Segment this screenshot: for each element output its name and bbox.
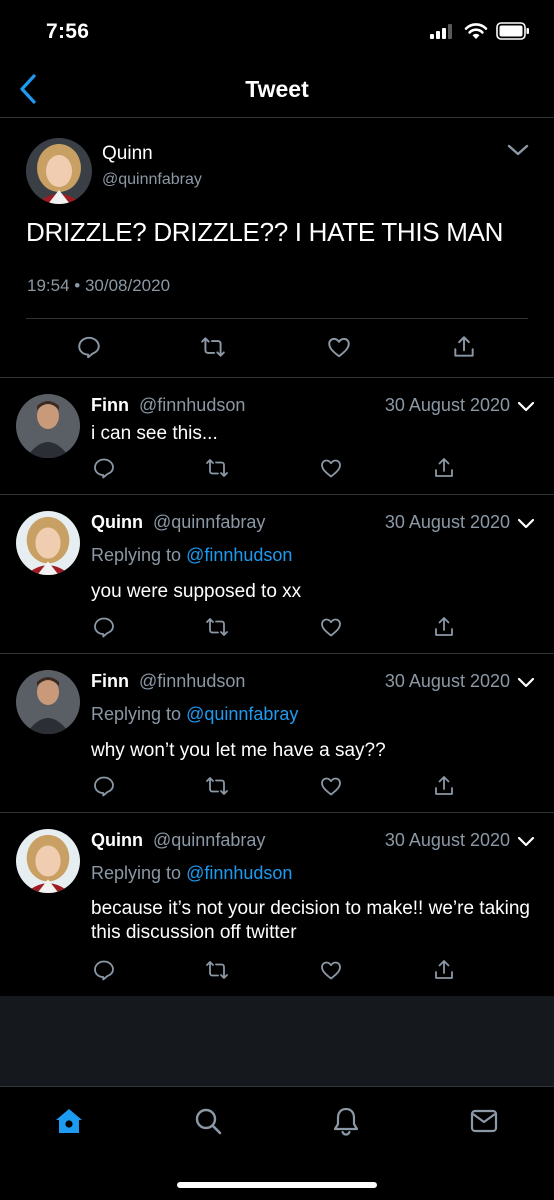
reply-header: Quinn @quinnfabray: [91, 830, 265, 851]
reply-item[interactable]: Finn @finnhudson 30 August 2020 Replying …: [0, 654, 554, 813]
chevron-down-icon[interactable]: [516, 516, 536, 532]
search-icon[interactable]: [192, 1105, 224, 1137]
mention-link[interactable]: @finnhudson: [186, 545, 292, 565]
like-icon[interactable]: [326, 334, 352, 360]
reply-actions: [0, 456, 554, 482]
reply-item[interactable]: Quinn @quinnfabray 30 August 2020 Replyin…: [0, 813, 554, 996]
like-icon[interactable]: [319, 615, 343, 639]
reply-text: you were supposed to xx: [91, 581, 302, 602]
home-icon[interactable]: [53, 1105, 85, 1137]
author-handle[interactable]: @quinnfabray: [102, 171, 202, 189]
cellular-signal-icon: [430, 24, 452, 39]
divider: [26, 318, 528, 319]
reply-header: Finn @finnhudson: [91, 395, 245, 416]
reply-icon[interactable]: [92, 456, 116, 480]
tweet-text: DRIZZLE? DRIZZLE?? I HATE THIS MAN: [26, 217, 504, 247]
reply-actions: [0, 958, 554, 984]
author-name[interactable]: Quinn: [91, 830, 143, 850]
home-indicator[interactable]: [177, 1182, 377, 1188]
reply-item[interactable]: Quinn @quinnfabray 30 August 2020 Replyin…: [0, 495, 554, 654]
reply-item[interactable]: Finn @finnhudson 30 August 2020 i can see…: [0, 378, 554, 495]
chevron-down-icon[interactable]: [506, 140, 530, 160]
like-icon[interactable]: [319, 456, 343, 480]
page-title: Tweet: [245, 76, 309, 102]
tweet-datetime: 19:54 • 30/08/2020: [27, 276, 171, 295]
status-icons: [430, 22, 530, 40]
author-name[interactable]: Quinn: [102, 143, 153, 165]
author-name[interactable]: Finn: [91, 671, 129, 691]
chevron-down-icon[interactable]: [516, 675, 536, 691]
reply-header: Quinn @quinnfabray: [91, 512, 265, 533]
share-icon[interactable]: [432, 456, 456, 480]
author-handle[interactable]: @quinnfabray: [153, 830, 265, 850]
chevron-down-icon[interactable]: [516, 834, 536, 850]
mention-link[interactable]: @quinnfabray: [186, 704, 298, 724]
empty-area: [0, 996, 554, 1086]
nav-header: Tweet: [0, 64, 554, 118]
wifi-icon: [464, 23, 488, 39]
reply-icon[interactable]: [92, 774, 116, 798]
avatar[interactable]: [26, 138, 92, 204]
reply-icon[interactable]: [92, 615, 116, 639]
retweet-icon[interactable]: [200, 334, 226, 360]
retweet-icon[interactable]: [205, 615, 229, 639]
mention-link[interactable]: @finnhudson: [186, 863, 292, 883]
author-name[interactable]: Finn: [91, 395, 129, 415]
share-icon[interactable]: [432, 958, 456, 982]
author-name[interactable]: Quinn: [91, 512, 143, 532]
avatar[interactable]: [16, 394, 80, 458]
like-icon[interactable]: [319, 958, 343, 982]
reply-text: i can see this...: [91, 423, 218, 444]
reply-date: 30 August 2020: [384, 512, 510, 532]
like-icon[interactable]: [319, 774, 343, 798]
replying-to: Replying to @finnhudson: [91, 863, 293, 883]
share-icon[interactable]: [432, 774, 456, 798]
reply-icon[interactable]: [76, 334, 102, 360]
author-handle[interactable]: @quinnfabray: [153, 512, 265, 532]
avatar[interactable]: [16, 670, 80, 734]
status-time: 7:56: [46, 20, 90, 43]
reply-date: 30 August 2020: [384, 671, 510, 691]
main-tweet: Quinn @quinnfabray DRIZZLE? DRIZZLE?? I …: [0, 118, 554, 378]
replying-to: Replying to @finnhudson: [91, 545, 293, 565]
retweet-icon[interactable]: [205, 456, 229, 480]
reply-date: 30 August 2020: [384, 395, 510, 415]
reply-icon[interactable]: [92, 958, 116, 982]
share-icon[interactable]: [432, 615, 456, 639]
reply-actions: [0, 615, 554, 641]
tweet-actions: [0, 334, 554, 364]
reply-date: 30 August 2020: [384, 830, 510, 850]
author-handle[interactable]: @finnhudson: [139, 671, 245, 691]
avatar[interactable]: [16, 511, 80, 575]
reply-actions: [0, 774, 554, 800]
battery-icon: [496, 22, 529, 40]
messages-icon[interactable]: [468, 1105, 500, 1137]
chevron-down-icon[interactable]: [516, 399, 536, 415]
retweet-icon[interactable]: [205, 958, 229, 982]
share-icon[interactable]: [451, 334, 477, 360]
reply-header: Finn @finnhudson: [91, 671, 245, 692]
status-bar: 7:56: [0, 0, 554, 64]
reply-text: why won’t you let me have a say??: [91, 740, 386, 761]
reply-text: because it’s not your decision to make!!…: [91, 898, 530, 943]
retweet-icon[interactable]: [205, 774, 229, 798]
author-handle[interactable]: @finnhudson: [139, 395, 245, 415]
replying-to: Replying to @quinnfabray: [91, 704, 299, 724]
avatar[interactable]: [16, 829, 80, 893]
notifications-icon[interactable]: [330, 1105, 362, 1137]
